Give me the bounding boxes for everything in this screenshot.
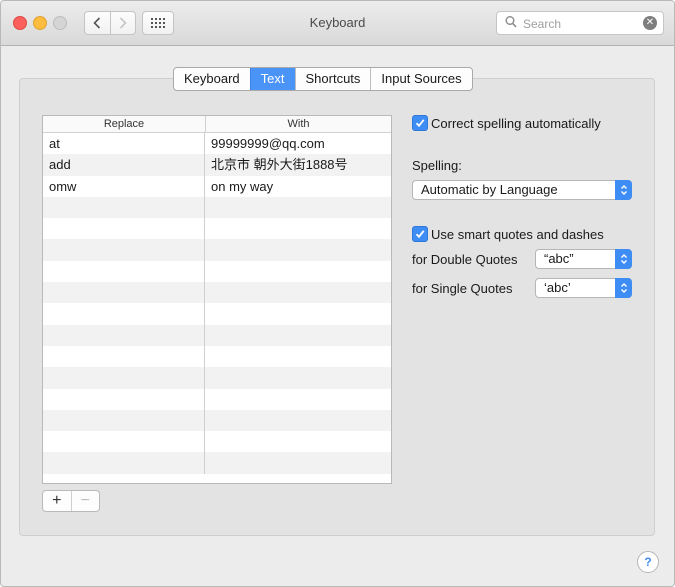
with-cell[interactable]: on my way bbox=[205, 176, 390, 197]
with-cell[interactable] bbox=[205, 410, 390, 431]
table-row[interactable] bbox=[43, 431, 391, 453]
clear-search-icon[interactable]: ✕ bbox=[643, 16, 657, 30]
column-header-replace[interactable]: Replace bbox=[43, 116, 206, 132]
with-cell[interactable]: 北京市 朝外大街1888号 bbox=[205, 154, 390, 175]
spelling-label: Spelling: bbox=[412, 158, 462, 173]
with-cell[interactable] bbox=[205, 303, 390, 324]
table-row[interactable] bbox=[43, 196, 391, 219]
add-replacement-button[interactable]: + bbox=[43, 491, 71, 511]
replace-cell[interactable] bbox=[43, 239, 205, 261]
with-cell[interactable] bbox=[205, 346, 390, 367]
double-quotes-label: for Double Quotes bbox=[412, 252, 518, 267]
replace-cell[interactable] bbox=[43, 282, 205, 304]
tab-shortcuts[interactable]: Shortcuts bbox=[294, 68, 371, 90]
checkmark-icon bbox=[415, 119, 425, 128]
single-quotes-label: for Single Quotes bbox=[412, 281, 513, 296]
search-field[interactable]: ✕ bbox=[496, 11, 664, 35]
popup-arrows-icon bbox=[615, 249, 632, 269]
tab-input-sources[interactable]: Input Sources bbox=[370, 68, 471, 90]
search-input[interactable] bbox=[521, 14, 635, 34]
with-cell[interactable] bbox=[205, 367, 390, 388]
table-row[interactable] bbox=[43, 452, 391, 474]
with-cell[interactable] bbox=[205, 325, 390, 346]
table-row[interactable] bbox=[43, 345, 391, 368]
double-quotes-popup[interactable]: “abc” bbox=[535, 249, 632, 269]
table-row[interactable] bbox=[43, 388, 391, 410]
replace-cell[interactable] bbox=[43, 345, 205, 368]
column-header-with[interactable]: With bbox=[206, 116, 391, 132]
table-row[interactable] bbox=[43, 218, 391, 240]
replace-cell[interactable] bbox=[43, 452, 205, 474]
table-row[interactable] bbox=[43, 260, 391, 283]
table-row[interactable]: add 北京市 朝外大街1888号 bbox=[43, 154, 391, 176]
correct-spelling-label[interactable]: Correct spelling automatically bbox=[431, 116, 601, 131]
remove-replacement-button[interactable]: − bbox=[70, 491, 100, 511]
with-cell[interactable] bbox=[205, 197, 390, 218]
replace-cell[interactable] bbox=[43, 431, 205, 453]
smart-quotes-label[interactable]: Use smart quotes and dashes bbox=[431, 227, 604, 242]
add-remove-group: + − bbox=[42, 490, 100, 512]
with-cell[interactable] bbox=[205, 431, 390, 452]
table-row[interactable] bbox=[43, 303, 391, 325]
replace-cell[interactable]: at bbox=[43, 133, 205, 155]
with-cell[interactable] bbox=[205, 239, 390, 260]
replace-cell[interactable] bbox=[43, 367, 205, 389]
single-quotes-value: ‘abc’ bbox=[544, 280, 571, 295]
text-replacement-table[interactable]: Replace With at 99999999@qq.com add 北京市 朝外大… bbox=[42, 115, 392, 484]
with-cell[interactable]: 99999999@qq.com bbox=[205, 133, 390, 154]
spelling-popup-value: Automatic by Language bbox=[421, 182, 558, 197]
table-row[interactable]: omw on my way bbox=[43, 175, 391, 197]
with-cell[interactable] bbox=[205, 389, 390, 410]
single-quotes-popup[interactable]: ‘abc’ bbox=[535, 278, 632, 298]
popup-arrows-icon bbox=[615, 180, 632, 200]
preferences-window: Keyboard ✕ Keyboard Text Shortcuts Input… bbox=[0, 0, 675, 587]
table-header: Replace With bbox=[43, 116, 391, 133]
table-row[interactable] bbox=[43, 409, 391, 432]
correct-spelling-checkbox[interactable] bbox=[412, 115, 428, 131]
tab-text[interactable]: Text bbox=[249, 68, 295, 90]
with-cell[interactable] bbox=[205, 452, 390, 473]
with-cell[interactable] bbox=[205, 218, 390, 239]
popup-arrows-icon bbox=[615, 278, 632, 298]
with-cell[interactable] bbox=[205, 282, 390, 303]
checkmark-icon bbox=[415, 230, 425, 239]
tab-keyboard[interactable]: Keyboard bbox=[174, 68, 250, 90]
replace-cell[interactable] bbox=[43, 303, 205, 325]
spelling-popup[interactable]: Automatic by Language bbox=[412, 180, 632, 200]
table-row[interactable]: at 99999999@qq.com bbox=[43, 133, 391, 155]
tab-bar: Keyboard Text Shortcuts Input Sources bbox=[173, 67, 473, 91]
with-cell[interactable] bbox=[205, 261, 390, 282]
help-button[interactable]: ? bbox=[637, 551, 659, 573]
smart-quotes-checkbox[interactable] bbox=[412, 226, 428, 242]
table-row[interactable] bbox=[43, 367, 391, 389]
double-quotes-value: “abc” bbox=[544, 251, 574, 266]
replace-cell[interactable]: add bbox=[43, 154, 205, 176]
table-body: at 99999999@qq.com add 北京市 朝外大街1888号 omw on m… bbox=[43, 133, 391, 474]
replace-cell[interactable] bbox=[43, 260, 205, 283]
replace-cell[interactable] bbox=[43, 388, 205, 410]
replace-cell[interactable] bbox=[43, 409, 205, 432]
replace-cell[interactable]: omw bbox=[43, 175, 205, 197]
table-row[interactable] bbox=[43, 239, 391, 261]
replace-cell[interactable] bbox=[43, 218, 205, 240]
replace-cell[interactable] bbox=[43, 324, 205, 346]
title-bar: Keyboard ✕ bbox=[1, 1, 674, 46]
search-icon bbox=[505, 16, 517, 28]
replace-cell[interactable] bbox=[43, 196, 205, 219]
table-row[interactable] bbox=[43, 282, 391, 304]
table-row[interactable] bbox=[43, 324, 391, 346]
